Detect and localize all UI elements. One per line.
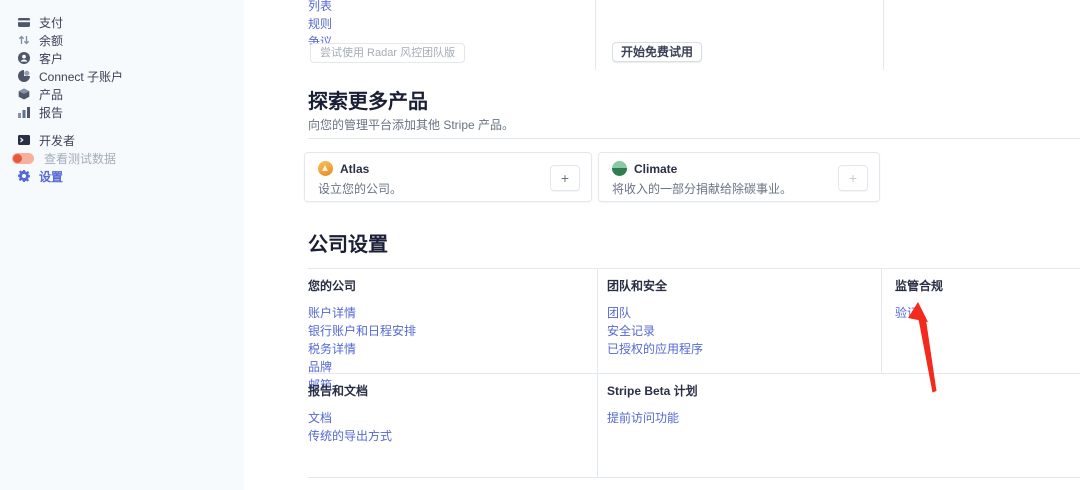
link-security-history[interactable]: 安全记录 [607,324,703,339]
explore-divider [308,138,1080,139]
sidebar-item-label: 开发者 [39,132,75,149]
link-early-access[interactable]: 提前访问功能 [607,411,698,426]
climate-card-header: Climate [612,161,677,176]
link-account-details[interactable]: 账户详情 [308,306,416,321]
settings-col-divider-2 [881,268,882,373]
sidebar-item-label: 客户 [39,50,63,67]
climate-card[interactable]: Climate 将收入的一部分捐献给除碳事业。 + [598,152,880,202]
sidebar-item-reports[interactable]: 报告 [17,103,123,121]
sidebar-item-connect[interactable]: Connect 子账户 [17,67,123,85]
settings-group-beta: Stripe Beta 计划 提前访问功能 [607,382,698,429]
climate-card-name: Climate [634,162,677,176]
sidebar-item-label: 设置 [39,168,63,185]
sidebar-item-payments[interactable]: 支付 [17,13,123,31]
group-links: 团队 安全记录 已授权的应用程序 [607,306,703,357]
link-verification[interactable]: 验证 [895,306,943,321]
developers-terminal-icon [17,134,30,147]
start-free-trial-button[interactable]: 开始免费试用 [612,42,702,62]
sidebar-item-settings[interactable]: 设置 [17,167,123,185]
settings-gear-icon [17,170,30,183]
link-authorized-apps[interactable]: 已授权的应用程序 [607,342,703,357]
sidebar-item-label: 报告 [39,104,63,121]
link-legacy-exports[interactable]: 传统的导出方式 [308,429,392,444]
products-box-icon [17,88,30,101]
atlas-card-description: 设立您的公司。 [318,180,402,197]
link-team[interactable]: 团队 [607,306,703,321]
sidebar-item-developers[interactable]: 开发者 [17,131,123,149]
main-content: 列表 规则 争议 尝试使用 Radar 风控团队版 开始免费试用 探索更多产品 … [244,0,1080,490]
atlas-card-name: Atlas [340,162,369,176]
payments-card-icon [17,16,30,29]
group-links: 验证 [895,306,943,321]
connect-pie-icon [17,70,30,83]
test-data-toggle-label: 查看测试数据 [44,150,116,167]
group-header: Stripe Beta 计划 [607,382,698,399]
group-links: 文档 传统的导出方式 [308,411,392,444]
settings-row-divider [308,373,1080,374]
climate-card-description: 将收入的一部分捐献给除碳事业。 [612,180,792,197]
link-rules[interactable]: 规则 [308,17,332,32]
atlas-card[interactable]: Atlas 设立您的公司。 + [304,152,592,202]
settings-table-bottom-border [308,477,1080,478]
explore-section-subtitle: 向您的管理平台添加其他 Stripe 产品。 [308,116,514,133]
settings-group-compliance: 监管合规 验证 [895,277,943,324]
settings-table-top-border [308,268,1080,269]
link-tax-details[interactable]: 税务详情 [308,342,416,357]
top-column-divider-2 [883,0,884,70]
sidebar-item-label: 产品 [39,86,63,103]
atlas-icon [318,161,333,176]
toggle-knob [13,154,22,163]
test-data-toggle[interactable] [12,153,34,164]
sidebar-nav: 支付 余额 客户 Connect 子账户 [17,13,123,185]
link-branding[interactable]: 品牌 [308,360,416,375]
settings-group-reports-docs: 报告和文档 文档 传统的导出方式 [308,382,392,447]
group-links: 账户详情 银行账户和日程安排 税务详情 品牌 邮箱 [308,306,416,393]
sidebar-item-balance[interactable]: 余额 [17,31,123,49]
stripe-dashboard: 支付 余额 客户 Connect 子账户 [0,0,1080,490]
group-header: 您的公司 [308,277,416,294]
sidebar-item-label: Connect 子账户 [39,68,123,85]
group-header: 团队和安全 [607,277,703,294]
top-column-divider-1 [595,0,596,70]
sidebar-item-test-data: 查看测试数据 [17,149,123,167]
group-header: 报告和文档 [308,382,392,399]
company-settings-title: 公司设置 [308,234,388,256]
sidebar-item-label: 支付 [39,14,63,31]
climate-add-button[interactable]: + [838,165,868,191]
group-links: 提前访问功能 [607,411,698,426]
settings-group-team-security: 团队和安全 团队 安全记录 已授权的应用程序 [607,277,703,360]
atlas-card-header: Atlas [318,161,369,176]
reports-chart-icon [17,106,30,119]
link-lists[interactable]: 列表 [308,0,332,14]
group-header: 监管合规 [895,277,943,294]
sidebar-item-label: 余额 [39,32,63,49]
sidebar-item-products[interactable]: 产品 [17,85,123,103]
climate-icon [612,161,627,176]
link-bank-accounts-schedule[interactable]: 银行账户和日程安排 [308,324,416,339]
sidebar: 支付 余额 客户 Connect 子账户 [0,0,244,490]
balance-arrows-icon [17,34,30,47]
atlas-add-button[interactable]: + [550,165,580,191]
settings-group-your-company: 您的公司 账户详情 银行账户和日程安排 税务详情 品牌 邮箱 [308,277,416,396]
radar-trial-button[interactable]: 尝试使用 Radar 风控团队版 [310,43,465,63]
explore-section-title: 探索更多产品 [308,91,428,113]
link-documents[interactable]: 文档 [308,411,392,426]
sidebar-item-customers[interactable]: 客户 [17,49,123,67]
customers-person-icon [17,52,30,65]
